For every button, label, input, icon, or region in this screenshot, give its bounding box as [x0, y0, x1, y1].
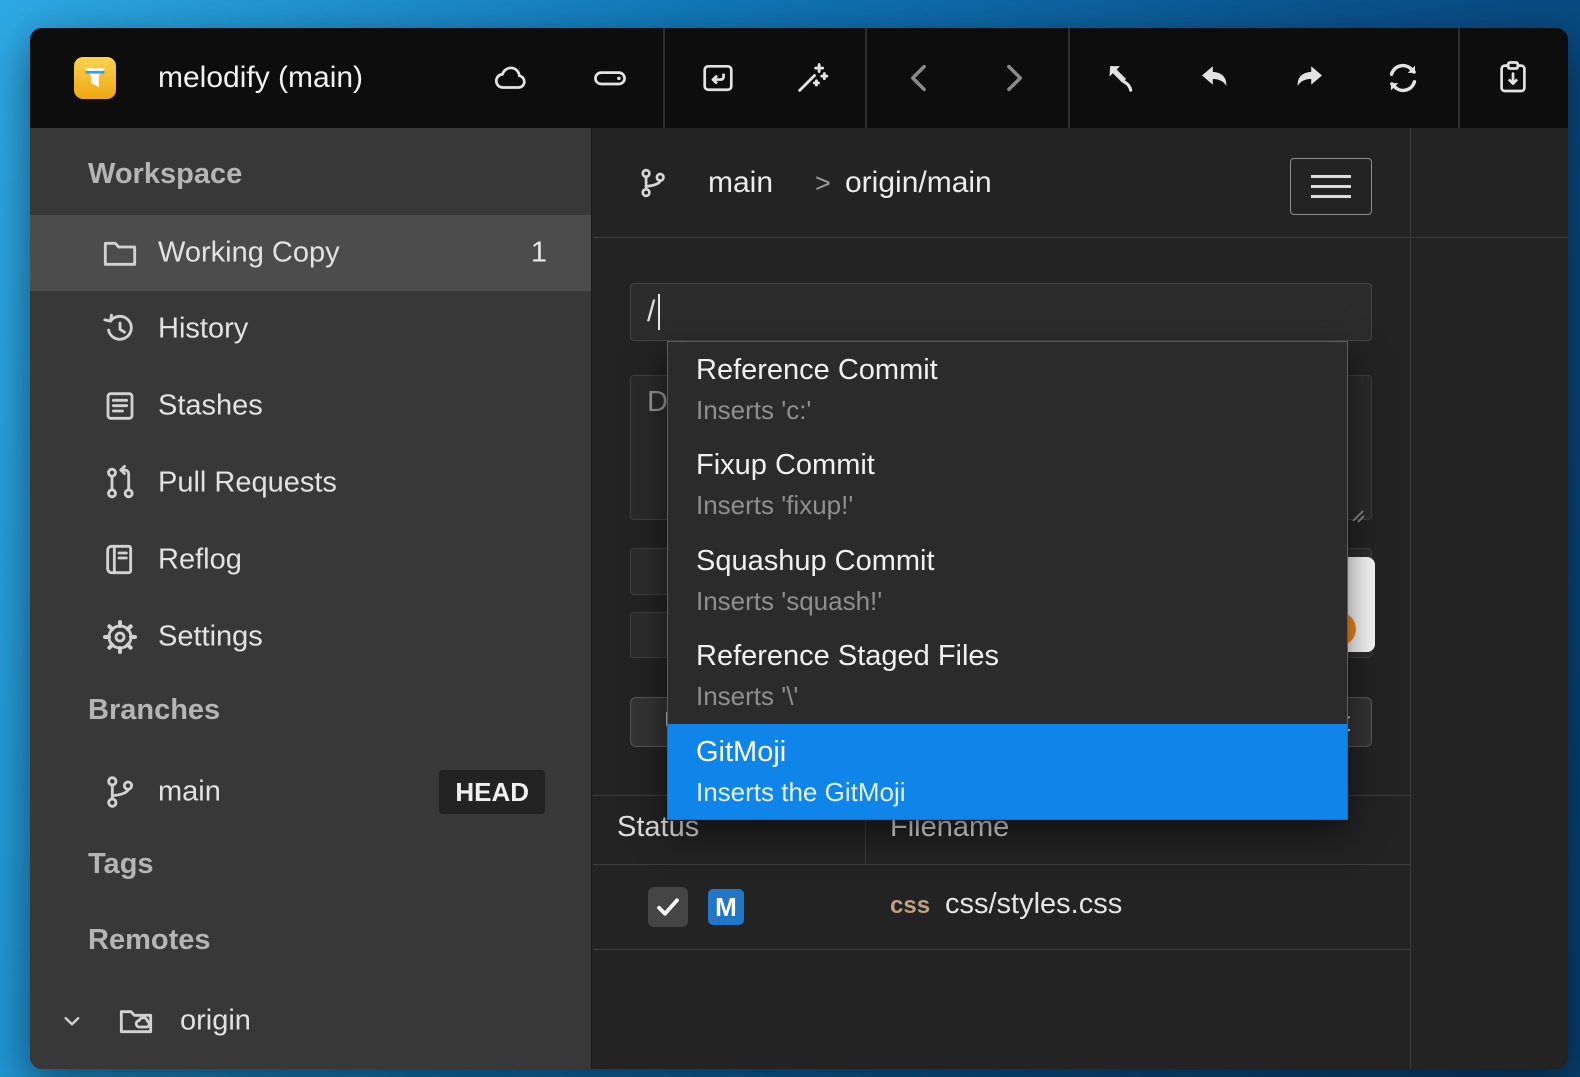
sidebar-item-working-copy[interactable]: Working Copy 1 [30, 215, 591, 291]
discard-icon[interactable] [1103, 59, 1141, 97]
chevron-down-icon[interactable] [57, 1006, 87, 1036]
autocomplete-item-subtitle: Inserts 'c:' [696, 391, 1347, 429]
sidebar-item-pull-requests[interactable]: Pull Requests [30, 445, 591, 521]
autocomplete-item-subtitle: Inserts the GitMoji [696, 773, 1347, 811]
autocomplete-item-subtitle: Inserts 'fixup!' [696, 486, 1347, 524]
sync-icon[interactable] [1384, 59, 1422, 97]
autocomplete-item-gitmoji[interactable]: GitMoji Inserts the GitMoji [668, 724, 1347, 819]
stage-checkbox[interactable] [648, 887, 688, 927]
file-name: css/styles.css [945, 888, 1122, 921]
check-icon [653, 892, 683, 922]
gear-icon [100, 617, 140, 657]
cloud-icon[interactable] [491, 59, 529, 97]
commit-menu-button[interactable] [1290, 158, 1372, 215]
modified-status-badge: M [708, 889, 744, 925]
pull-request-icon [100, 463, 140, 503]
commit-pane: main > origin/main / Description [593, 128, 1410, 1069]
reflog-icon [100, 540, 140, 580]
open-repo-icon[interactable] [699, 59, 737, 97]
autocomplete-item-fixup-commit[interactable]: Fixup Commit Inserts 'fixup!' [668, 437, 1347, 532]
commit-summary-input[interactable]: / [630, 283, 1372, 341]
sidebar-section-branches: Branches [88, 694, 220, 727]
remote-folder-icon [115, 1001, 157, 1041]
sidebar-section-tags: Tags [88, 848, 154, 881]
sidebar-item-reflog[interactable]: Reflog [30, 522, 591, 598]
titlebar: melodify (main) [30, 28, 1568, 128]
autocomplete-item-title: Reference Commit [696, 349, 1347, 391]
head-badge: HEAD [439, 770, 545, 814]
branch-icon [635, 165, 671, 201]
hamburger-icon [1311, 175, 1351, 178]
sidebar-item-remote-origin[interactable]: origin [30, 983, 591, 1059]
sidebar-section-remotes: Remotes [88, 924, 211, 957]
redo-icon[interactable] [1290, 59, 1328, 97]
sidebar-item-settings[interactable]: Settings [30, 599, 591, 675]
desktop: { "app": { "title": "melodify (main)" },… [0, 0, 1580, 1077]
sidebar-item-stashes[interactable]: Stashes [30, 368, 591, 444]
autocomplete-item-title: Fixup Commit [696, 444, 1347, 486]
magic-wand-icon[interactable] [793, 59, 831, 97]
autocomplete-item-subtitle: Inserts '\' [696, 677, 1347, 715]
toolbar-separator [865, 28, 867, 128]
breadcrumb-branch[interactable]: main [708, 128, 773, 238]
autocomplete-dropdown: Reference Commit Inserts 'c:' Fixup Comm… [667, 341, 1348, 820]
autocomplete-item-title: GitMoji [696, 731, 1347, 773]
toolbar-separator [663, 28, 665, 128]
text-caret [658, 294, 660, 330]
sidebar-item-label: main [158, 776, 221, 809]
autocomplete-item-title: Squashup Commit [696, 540, 1347, 582]
breadcrumb-upstream[interactable]: origin/main [845, 128, 992, 238]
forward-icon[interactable] [994, 59, 1032, 97]
folder-icon [100, 233, 140, 273]
sidebar-item-label: Reflog [158, 544, 242, 577]
autocomplete-item-subtitle: Inserts 'squash!' [696, 582, 1347, 620]
commit-input-value: / [647, 295, 655, 329]
branch-breadcrumb-bar: main > origin/main [593, 128, 1410, 238]
sidebar-item-history[interactable]: History [30, 291, 591, 367]
app-icon [74, 57, 116, 99]
autocomplete-item-title: Reference Staged Files [696, 635, 1347, 677]
undo-icon[interactable] [1196, 59, 1234, 97]
stashes-icon [100, 386, 140, 426]
toolbar-separator [1458, 28, 1460, 128]
resize-handle[interactable] [1350, 499, 1366, 515]
branch-icon [100, 772, 140, 812]
table-row[interactable]: M css css/styles.css [593, 865, 1410, 950]
sidebar-item-label: Stashes [158, 390, 263, 423]
autocomplete-item-reference-commit[interactable]: Reference Commit Inserts 'c:' [668, 342, 1347, 437]
clipboard-icon[interactable] [1494, 59, 1532, 97]
history-icon [100, 309, 140, 349]
detail-pane-topbar [1411, 128, 1568, 238]
sidebar: Workspace Working Copy 1 History Stashes [30, 128, 592, 1069]
breadcrumb-separator: > [815, 128, 831, 238]
sidebar-item-label: origin [180, 1005, 251, 1038]
main-area: main > origin/main / Description [593, 128, 1568, 1069]
working-copy-count-badge: 1 [531, 237, 547, 270]
sidebar-item-label: Pull Requests [158, 467, 337, 500]
sidebar-item-label: Working Copy [158, 237, 340, 270]
sidebar-item-branch-main[interactable]: main HEAD [30, 754, 591, 830]
detail-pane [1411, 128, 1568, 1069]
autocomplete-item-squashup-commit[interactable]: Squashup Commit Inserts 'squash!' [668, 533, 1347, 628]
back-icon[interactable] [901, 59, 939, 97]
window-title: melodify (main) [158, 28, 363, 128]
file-type-tag: css [890, 892, 930, 920]
app-window: melodify (main) [30, 28, 1568, 1069]
sidebar-item-label: History [158, 313, 248, 346]
drive-icon[interactable] [591, 59, 629, 97]
sidebar-item-label: Settings [158, 621, 263, 654]
autocomplete-item-reference-staged-files[interactable]: Reference Staged Files Inserts '\' [668, 628, 1347, 723]
toolbar-separator [1068, 28, 1070, 128]
sidebar-section-workspace: Workspace [88, 158, 242, 191]
